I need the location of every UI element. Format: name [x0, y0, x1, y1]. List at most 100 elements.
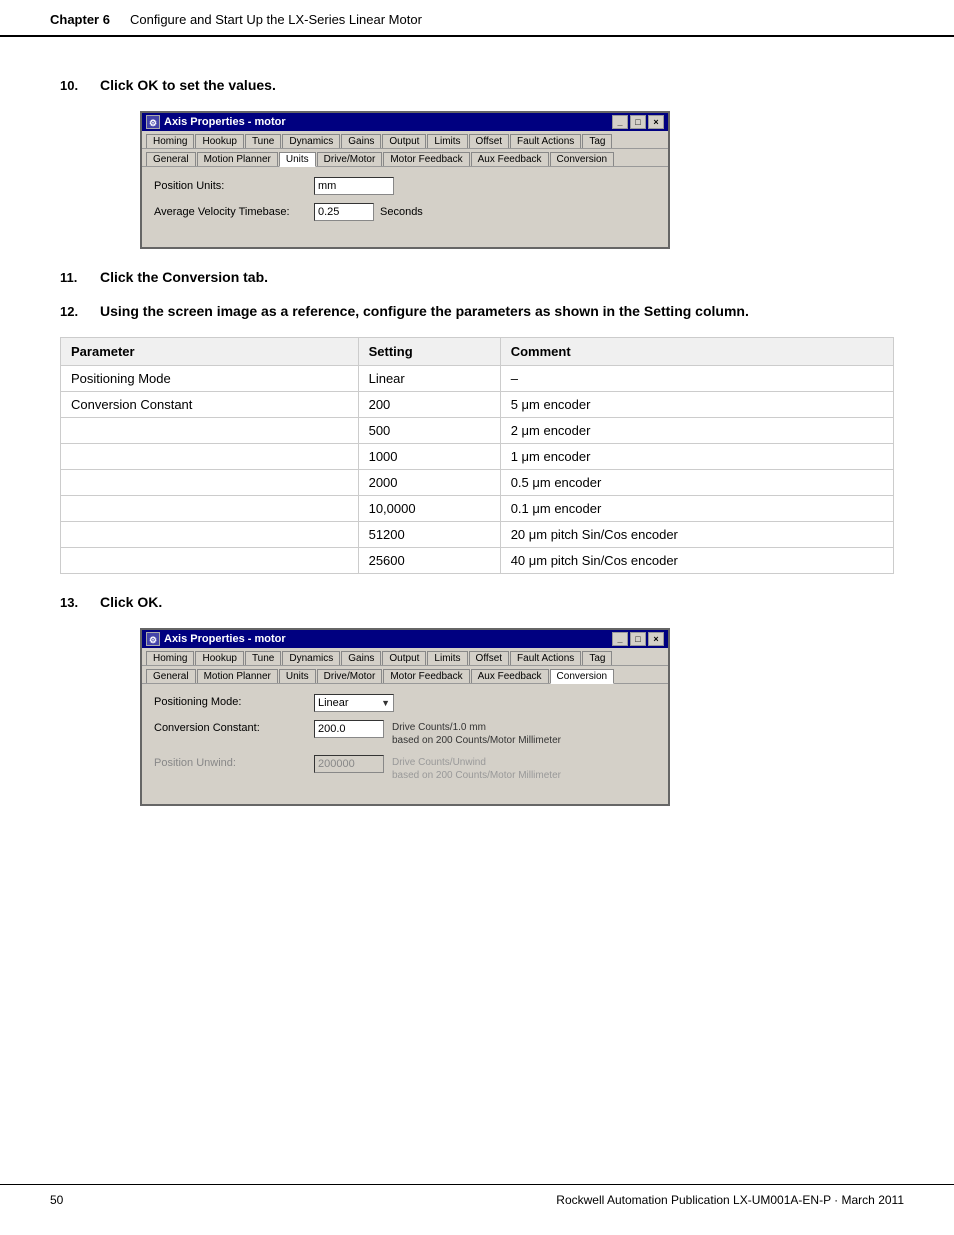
tab-motion-planner[interactable]: Motion Planner [197, 152, 278, 166]
d2-tab-gains[interactable]: Gains [341, 651, 381, 665]
page-header: Chapter 6 Configure and Start Up the LX-… [0, 0, 954, 37]
table-row: Positioning Mode Linear – [61, 366, 894, 392]
publication-info: Rockwell Automation Publication LX-UM001… [556, 1193, 904, 1207]
table-row: Conversion Constant 200 5 μm encoder [61, 392, 894, 418]
tab-fault-actions[interactable]: Fault Actions [510, 134, 581, 148]
tab-tune[interactable]: Tune [245, 134, 281, 148]
table-row: 500 2 μm encoder [61, 418, 894, 444]
dialog1-tabs-row2: General Motion Planner Units Drive/Motor… [142, 149, 668, 167]
d2-tab-fault-actions[interactable]: Fault Actions [510, 651, 581, 665]
cell-comment: 1 μm encoder [500, 444, 893, 470]
tab-general[interactable]: General [146, 152, 196, 166]
tab-dynamics[interactable]: Dynamics [282, 134, 340, 148]
cell-parameter: Positioning Mode [61, 366, 359, 392]
page-container: Chapter 6 Configure and Start Up the LX-… [0, 0, 954, 1235]
dialog1-wrapper: ⚙ Axis Properties - motor _ □ × Homing H… [140, 111, 894, 249]
step-12-text: Using the screen image as a reference, c… [100, 303, 749, 319]
avg-velocity-label: Average Velocity Timebase: [154, 206, 314, 218]
table-row: 2000 0.5 μm encoder [61, 470, 894, 496]
dialog2-tabs-row1: Homing Hookup Tune Dynamics Gains Output… [142, 648, 668, 666]
dialog2-close-button[interactable]: × [648, 632, 664, 646]
d2-tab-limits[interactable]: Limits [427, 651, 467, 665]
positioning-mode-value: Linear [318, 697, 349, 709]
tab-tag[interactable]: Tag [582, 134, 612, 148]
tab-hookup[interactable]: Hookup [195, 134, 243, 148]
col-comment: Comment [500, 338, 893, 366]
dialog1-minimize-button[interactable]: _ [612, 115, 628, 129]
col-setting: Setting [358, 338, 500, 366]
dialog1-icon: ⚙ [146, 115, 160, 129]
cell-setting: Linear [358, 366, 500, 392]
cell-setting: 2000 [358, 470, 500, 496]
d2-tab-aux-feedback[interactable]: Aux Feedback [471, 669, 549, 683]
tab-conversion[interactable]: Conversion [550, 152, 615, 166]
chapter-label: Chapter 6 [50, 12, 110, 27]
cell-parameter [61, 470, 359, 496]
d2-tab-general[interactable]: General [146, 669, 196, 683]
dialog2-minimize-button[interactable]: _ [612, 632, 628, 646]
positioning-mode-select[interactable]: Linear ▼ [314, 694, 394, 712]
conversion-constant-input[interactable] [314, 720, 384, 738]
d2-tab-conversion[interactable]: Conversion [550, 669, 615, 684]
tab-drive-motor[interactable]: Drive/Motor [317, 152, 383, 166]
dialog1-controls: _ □ × [612, 115, 664, 129]
parameter-table: Parameter Setting Comment Positioning Mo… [60, 337, 894, 574]
dialog1-restore-button[interactable]: □ [630, 115, 646, 129]
tab-units[interactable]: Units [279, 152, 316, 167]
dialog2-titlebar: ⚙ Axis Properties - motor _ □ × [142, 630, 668, 648]
d2-tab-tune[interactable]: Tune [245, 651, 281, 665]
step-13-number: 13. [60, 594, 100, 610]
step-13: 13. Click OK. [60, 594, 894, 610]
d2-tab-tag[interactable]: Tag [582, 651, 612, 665]
d2-tab-units[interactable]: Units [279, 669, 316, 683]
position-units-row: Position Units: [154, 177, 656, 195]
position-units-input[interactable] [314, 177, 394, 195]
main-content: 10. Click OK to set the values. ⚙ Axis P… [0, 37, 954, 866]
cell-setting: 200 [358, 392, 500, 418]
d2-tab-offset[interactable]: Offset [469, 651, 510, 665]
position-unwind-input [314, 755, 384, 773]
d2-tab-motion-planner[interactable]: Motion Planner [197, 669, 278, 683]
step-10-number: 10. [60, 77, 100, 93]
tab-output[interactable]: Output [382, 134, 426, 148]
tab-aux-feedback[interactable]: Aux Feedback [471, 152, 549, 166]
d2-tab-hookup[interactable]: Hookup [195, 651, 243, 665]
conversion-constant-desc1: Drive Counts/1.0 mm [392, 721, 561, 734]
tab-limits[interactable]: Limits [427, 134, 467, 148]
avg-velocity-input[interactable] [314, 203, 374, 221]
position-unwind-desc: Drive Counts/Unwind based on 200 Counts/… [392, 755, 561, 782]
step-10-text: Click OK to set the values. [100, 77, 276, 93]
tab-motor-feedback[interactable]: Motor Feedback [383, 152, 469, 166]
dialog2-body: Positioning Mode: Linear ▼ Conversion Co… [142, 684, 668, 804]
tab-offset[interactable]: Offset [469, 134, 510, 148]
dialog1-title: Axis Properties - motor [164, 116, 286, 128]
step-11-number: 11. [60, 269, 100, 285]
step-10: 10. Click OK to set the values. [60, 77, 894, 93]
tab-gains[interactable]: Gains [341, 134, 381, 148]
position-unwind-label: Position Unwind: [154, 755, 314, 769]
d2-tab-output[interactable]: Output [382, 651, 426, 665]
d2-tab-drive-motor[interactable]: Drive/Motor [317, 669, 383, 683]
dialog1-close-button[interactable]: × [648, 115, 664, 129]
page-number: 50 [50, 1193, 63, 1207]
dialog1-titlebar: ⚙ Axis Properties - motor _ □ × [142, 113, 668, 131]
d2-tab-dynamics[interactable]: Dynamics [282, 651, 340, 665]
d2-tab-homing[interactable]: Homing [146, 651, 194, 665]
dialog1-body: Position Units: Average Velocity Timebas… [142, 167, 668, 247]
table-row: 51200 20 μm pitch Sin/Cos encoder [61, 522, 894, 548]
cell-setting: 10,0000 [358, 496, 500, 522]
cell-parameter [61, 548, 359, 574]
positioning-mode-label: Positioning Mode: [154, 694, 314, 708]
cell-parameter: Conversion Constant [61, 392, 359, 418]
col-parameter: Parameter [61, 338, 359, 366]
avg-velocity-row: Average Velocity Timebase: Seconds [154, 203, 656, 221]
cell-comment: 5 μm encoder [500, 392, 893, 418]
cell-comment: 40 μm pitch Sin/Cos encoder [500, 548, 893, 574]
d2-tab-motor-feedback[interactable]: Motor Feedback [383, 669, 469, 683]
tab-homing[interactable]: Homing [146, 134, 194, 148]
dialog2-restore-button[interactable]: □ [630, 632, 646, 646]
page-footer: 50 Rockwell Automation Publication LX-UM… [0, 1184, 954, 1215]
cell-setting: 1000 [358, 444, 500, 470]
cell-comment: 2 μm encoder [500, 418, 893, 444]
table-row: 25600 40 μm pitch Sin/Cos encoder [61, 548, 894, 574]
